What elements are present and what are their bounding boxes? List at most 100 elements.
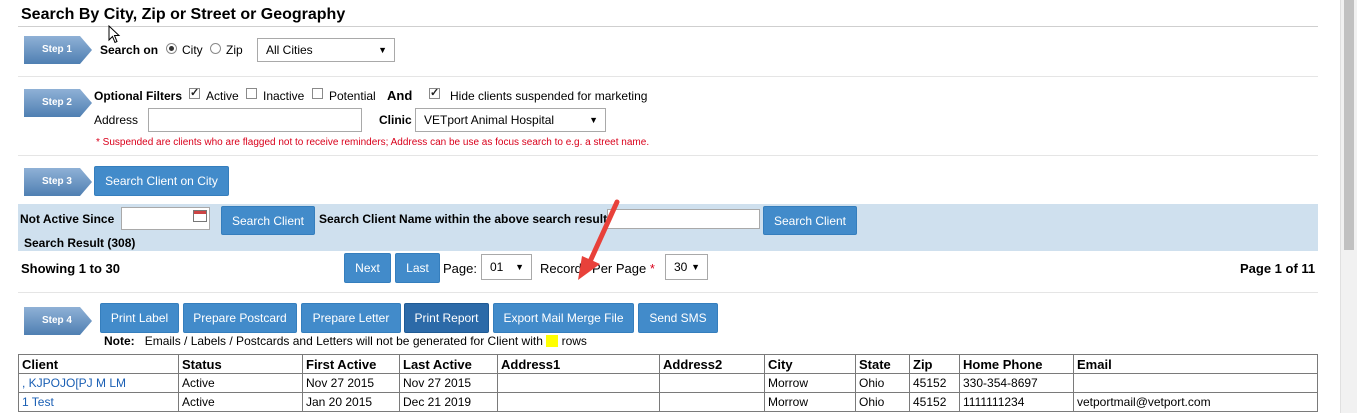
page-of-count: Page 1 of 11 <box>1240 261 1316 276</box>
chevron-down-icon: ▼ <box>691 262 700 272</box>
send-sms-button[interactable]: Send SMS <box>638 303 718 333</box>
cell-state: Ohio <box>855 373 910 393</box>
col-last-active[interactable]: Last Active <box>399 354 498 374</box>
radio-zip-label: Zip <box>226 43 243 57</box>
step-3-label: Step 3 <box>41 176 72 187</box>
suspended-note: * Suspended are clients who are flagged … <box>96 137 650 148</box>
radio-zip[interactable] <box>210 43 221 54</box>
search-on-label: Search on <box>100 43 159 57</box>
radio-city[interactable] <box>166 43 177 54</box>
col-client[interactable]: Client <box>18 354 179 374</box>
last-button[interactable]: Last <box>395 253 440 283</box>
checkbox-inactive[interactable] <box>246 88 257 99</box>
page-label: Page: <box>443 261 477 276</box>
client-name-link[interactable]: , KJPOJO[PJ M LM <box>18 373 179 393</box>
cell-email <box>1073 373 1318 393</box>
cell-city: Morrow <box>764 392 856 412</box>
page-gutter <box>1327 0 1340 413</box>
step-1-tag: Step 1 <box>24 36 92 64</box>
scrollbar-thumb[interactable] <box>1344 0 1354 250</box>
cell-address1 <box>497 373 660 393</box>
search-client-button[interactable]: Search Client <box>221 206 315 235</box>
calendar-icon[interactable] <box>193 210 207 222</box>
cell-zip: 45152 <box>909 373 960 393</box>
col-status[interactable]: Status <box>178 354 303 374</box>
city-select-value: All Cities <box>266 43 313 57</box>
table-header-row: Client Status First Active Last Active A… <box>18 354 1318 374</box>
note-text: Emails / Labels / Postcards and Letters … <box>144 334 543 348</box>
divider <box>18 292 1318 293</box>
search-result-count: Search Result (308) <box>24 236 136 250</box>
note-tail: rows <box>561 334 587 348</box>
records-per-page-select[interactable]: 30 ▼ <box>665 254 708 280</box>
optional-filters-label: Optional Filters <box>94 89 183 103</box>
not-active-since-label: Not Active Since <box>20 212 115 226</box>
export-mail-merge-button[interactable]: Export Mail Merge File <box>493 303 634 333</box>
and-label: And <box>387 88 413 103</box>
cell-address2 <box>659 373 765 393</box>
page-select[interactable]: 01 ▼ <box>481 254 532 280</box>
step-3-tag: Step 3 <box>24 168 92 196</box>
print-label-button[interactable]: Print Label <box>100 303 179 333</box>
checkbox-hide-suspended[interactable] <box>429 86 440 99</box>
chevron-down-icon: ▼ <box>589 115 598 125</box>
title-divider <box>18 26 1318 27</box>
records-per-page-value: 30 <box>674 260 688 274</box>
col-city[interactable]: City <box>764 354 856 374</box>
step-1-label: Step 1 <box>41 44 72 55</box>
col-address1[interactable]: Address1 <box>497 354 660 374</box>
next-button[interactable]: Next <box>344 253 391 283</box>
search-client-button-2[interactable]: Search Client <box>763 206 857 235</box>
col-home-phone[interactable]: Home Phone <box>959 354 1074 374</box>
checkbox-potential[interactable] <box>312 88 323 99</box>
cell-zip: 45152 <box>909 392 960 412</box>
cell-last-active: Dec 21 2019 <box>399 392 498 412</box>
col-first-active[interactable]: First Active <box>302 354 400 374</box>
chevron-down-icon: ▼ <box>515 262 524 272</box>
checkbox-active[interactable] <box>189 86 200 99</box>
client-name-link[interactable]: 1 Test <box>18 392 179 412</box>
checkbox-potential-label: Potential <box>329 89 376 103</box>
divider <box>18 155 1318 156</box>
address-label: Address <box>94 113 139 127</box>
cell-status: Active <box>178 392 303 412</box>
step-2-tag: Step 2 <box>24 89 92 117</box>
hide-suspended-label: Hide clients suspended for marketing <box>450 89 648 103</box>
cell-status: Active <box>178 373 303 393</box>
required-star: * <box>649 261 655 276</box>
cell-address2 <box>659 392 765 412</box>
cell-home-phone: 330-354-8697 <box>959 373 1074 393</box>
cell-first-active: Jan 20 2015 <box>302 392 400 412</box>
clinic-select[interactable]: VETport Animal Hospital ▼ <box>415 108 606 132</box>
prepare-letter-button[interactable]: Prepare Letter <box>301 303 401 333</box>
cell-email: vetportmail@vetport.com <box>1073 392 1318 412</box>
print-report-button[interactable]: Print Report <box>404 303 489 333</box>
col-email[interactable]: Email <box>1073 354 1318 374</box>
col-address2[interactable]: Address2 <box>659 354 765 374</box>
col-state[interactable]: State <box>855 354 910 374</box>
table-row: 1 Test Active Jan 20 2015 Dec 21 2019 Mo… <box>18 392 1318 412</box>
page-title: Search By City, Zip or Street or Geograp… <box>21 6 346 23</box>
note-label: Note: <box>104 334 135 348</box>
step-4-note: Note: Emails / Labels / Postcards and Le… <box>104 334 587 348</box>
clinic-select-value: VETport Animal Hospital <box>424 113 555 127</box>
cell-last-active: Nov 27 2015 <box>399 373 498 393</box>
mouse-cursor-icon <box>108 25 121 44</box>
table-row: , KJPOJO[PJ M LM Active Nov 27 2015 Nov … <box>18 373 1318 393</box>
search-client-on-city-button[interactable]: Search Client on City <box>94 166 229 196</box>
city-select[interactable]: All Cities ▼ <box>257 38 395 62</box>
annotation-arrow-icon <box>578 199 620 280</box>
checkbox-active-label: Active <box>206 89 239 103</box>
checkbox-inactive-label: Inactive <box>263 89 305 103</box>
divider <box>18 76 1318 77</box>
client-table: Client Status First Active Last Active A… <box>18 354 1318 412</box>
col-zip[interactable]: Zip <box>909 354 960 374</box>
page-select-value: 01 <box>490 260 504 274</box>
cell-city: Morrow <box>764 373 856 393</box>
chevron-down-icon: ▼ <box>378 45 387 55</box>
showing-range: Showing 1 to 30 <box>21 261 120 276</box>
clinic-label: Clinic <box>379 113 412 127</box>
address-input[interactable] <box>148 108 362 132</box>
cell-home-phone: 1111111234 <box>959 392 1074 412</box>
prepare-postcard-button[interactable]: Prepare Postcard <box>183 303 297 333</box>
